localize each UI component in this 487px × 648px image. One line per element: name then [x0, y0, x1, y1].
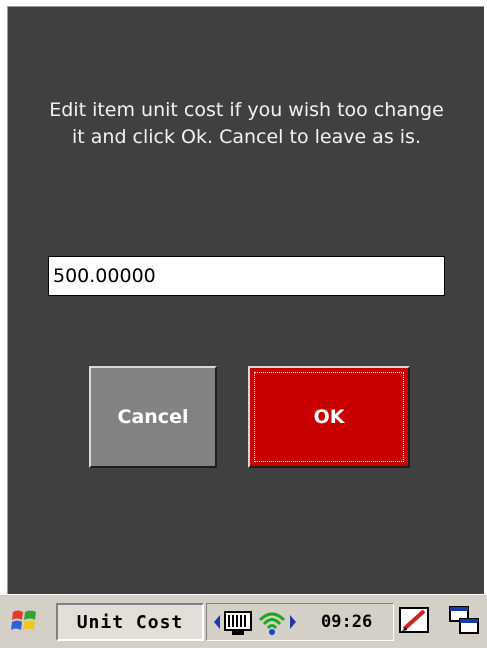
ok-button-label: OK: [313, 406, 345, 428]
keyboard-icon[interactable]: [223, 609, 253, 637]
right-arrow-icon[interactable]: [289, 614, 297, 630]
system-tray: 09:26: [206, 603, 394, 641]
wifi-icon[interactable]: [257, 608, 287, 638]
unit-cost-input[interactable]: [48, 256, 445, 296]
left-arrow-icon[interactable]: [213, 614, 221, 630]
start-flag-icon[interactable]: [10, 607, 38, 635]
ok-button[interactable]: OK: [248, 366, 410, 468]
taskbar: Unit Cost 09:26: [0, 594, 487, 648]
unit-cost-dialog: Edit item unit cost if you wish too chan…: [7, 6, 484, 594]
pen-input-icon[interactable]: [398, 605, 432, 637]
instruction-message: Edit item unit cost if you wish too chan…: [49, 99, 444, 148]
windows-switcher-icon[interactable]: [448, 605, 480, 637]
unit-cost-task-button[interactable]: Unit Cost: [56, 603, 204, 641]
clock[interactable]: 09:26: [321, 612, 372, 632]
device-screen: Edit item unit cost if you wish too chan…: [0, 0, 487, 648]
cancel-button[interactable]: Cancel: [89, 366, 217, 468]
